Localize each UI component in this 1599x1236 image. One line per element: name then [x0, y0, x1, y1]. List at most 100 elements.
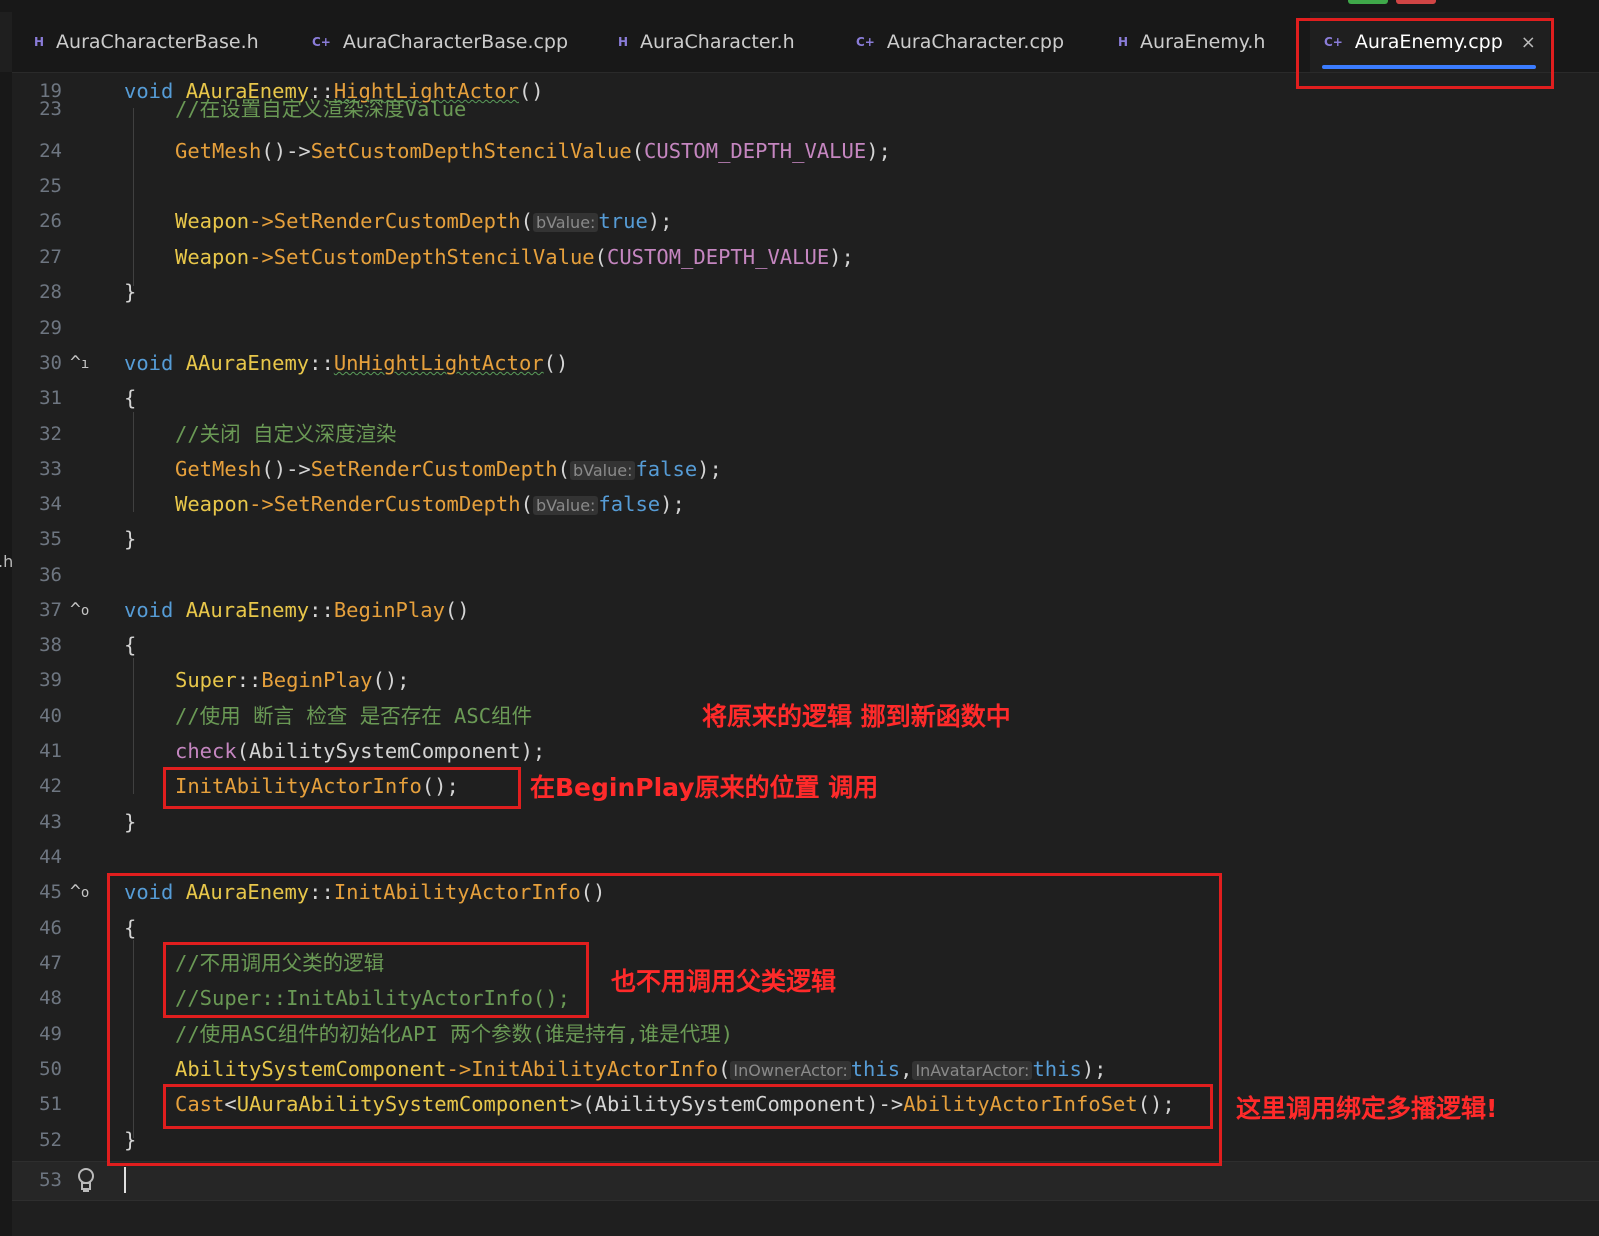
line-number: 38 — [39, 634, 62, 656]
code-text: Weapon->SetCustomDepthStencilValue(CUSTO… — [175, 245, 854, 269]
code-text: GetMesh()->SetRenderCustomDepth(bValue: f… — [175, 457, 722, 481]
fold-arrow-icon[interactable]: ^o — [70, 874, 110, 911]
code-line-39: 39 Super::BeginPlay(); — [12, 662, 1599, 698]
line-number: 41 — [39, 740, 62, 762]
line-number: 40 — [39, 705, 62, 727]
line-number: 25 — [39, 175, 62, 197]
fold-arrow-icon[interactable]: ^ı — [70, 345, 110, 382]
code-line-35: 35 } — [12, 521, 1599, 557]
bookmark-icon: ı — [80, 356, 90, 372]
line-number: 39 — [39, 669, 62, 691]
highlight-box-cast-line — [163, 1084, 1213, 1129]
line-number: 52 — [39, 1129, 62, 1151]
fold-arrow-icon[interactable]: ^o — [70, 592, 110, 629]
code-line-28: 28 } — [12, 274, 1599, 310]
code-line-37: 37 ^o void AAuraEnemy::BeginPlay() — [12, 592, 1599, 628]
tab-auracharacter-h[interactable]: H AuraCharacter.h — [618, 12, 848, 72]
title-strip — [0, 0, 1599, 12]
tab-label: AuraCharacter.h — [640, 31, 795, 53]
line-number: 49 — [39, 1023, 62, 1045]
tab-label: AuraCharacter.cpp — [886, 31, 1065, 53]
code-line-24: 24 GetMesh()->SetCustomDepthStencilValue… — [12, 133, 1599, 169]
tab-auracharacterbase-cpp[interactable]: C+ AuraCharacterBase.cpp — [312, 12, 602, 72]
line-number: 46 — [39, 917, 62, 939]
left-panel-edge: .h — [0, 72, 13, 1236]
code-text: void AAuraEnemy::UnHightLightActor() — [124, 351, 569, 375]
line-number: 23 — [39, 99, 62, 120]
code-comment: //使用 断言 检查 是否存在 ASC组件 — [175, 704, 533, 728]
tab-label: AuraEnemy.h — [1140, 31, 1266, 53]
code-line-30: 30 ^ı void AAuraEnemy::UnHightLightActor… — [12, 345, 1599, 381]
line-number: 45 — [39, 881, 62, 903]
code-line-32: 32 //关闭 自定义深度渲染 — [12, 416, 1599, 452]
annotation-text: 也不用调用父类逻辑 — [611, 967, 837, 996]
line-number: 34 — [39, 493, 62, 515]
line-number: 53 — [39, 1169, 62, 1191]
code-text: Weapon->SetRenderCustomDepth(bValue: fals… — [175, 492, 685, 516]
line-number: 24 — [39, 140, 62, 162]
tab-auraenemy-h[interactable]: H AuraEnemy.h — [1118, 12, 1308, 72]
highlight-box-line-42 — [163, 767, 521, 809]
inlay-hint: bValue: — [569, 461, 636, 480]
code-text: void AAuraEnemy::BeginPlay() — [124, 598, 470, 622]
annotation-text: 在BeginPlay原来的位置 调用 — [530, 773, 879, 802]
line-number: 43 — [39, 811, 62, 833]
highlight-box-super-comment — [163, 942, 589, 1018]
code-text: } — [124, 810, 137, 834]
line-number: 28 — [39, 281, 62, 303]
code-line-34: 34 Weapon->SetRenderCustomDepth(bValue: f… — [12, 486, 1599, 522]
code-line-36: 36 — [12, 557, 1599, 593]
line-number: 31 — [39, 387, 62, 409]
cpp-file-icon: C+ — [856, 35, 875, 49]
line-number: 29 — [39, 317, 62, 339]
line-number: 48 — [39, 987, 62, 1009]
code-text: Super::BeginPlay(); — [175, 668, 410, 692]
header-file-icon: H — [1118, 35, 1129, 49]
line-number: 37 — [39, 599, 62, 621]
code-line-33: 33 GetMesh()->SetRenderCustomDepth(bValu… — [12, 451, 1599, 487]
header-file-icon: H — [34, 35, 45, 49]
bulb-icon[interactable] — [76, 1162, 116, 1206]
code-comment: //在设置自定义渲染深度Value — [175, 99, 467, 121]
line-number: 36 — [39, 564, 62, 586]
override-icon: o — [80, 885, 90, 901]
annotation-text: 将原来的逻辑 挪到新函数中 — [702, 702, 1011, 731]
line-number: 47 — [39, 952, 62, 974]
tab-auracharacter-cpp[interactable]: C+ AuraCharacter.cpp — [856, 12, 1106, 72]
header-file-icon: H — [618, 35, 629, 49]
code-text: GetMesh()->SetCustomDepthStencilValue(CU… — [175, 139, 891, 163]
code-line-25: 25 — [12, 168, 1599, 204]
code-line-41: 41 check(AbilitySystemComponent); — [12, 733, 1599, 769]
code-line-43: 43 } — [12, 804, 1599, 840]
tab-label: AuraCharacterBase.h — [56, 31, 259, 53]
override-icon: o — [80, 603, 90, 619]
stop-button-red[interactable] — [1396, 0, 1436, 4]
code-line-31: 31 { — [12, 380, 1599, 416]
line-number: 50 — [39, 1058, 62, 1080]
inlay-hint: bValue: — [532, 213, 599, 232]
code-comment: //关闭 自定义深度渲染 — [175, 422, 397, 446]
text-cursor — [124, 1167, 126, 1193]
code-text: { — [124, 386, 137, 410]
tab-auracharacterbase-h[interactable]: H AuraCharacterBase.h — [34, 12, 304, 72]
code-line-23: 23 //在设置自定义渲染深度Value — [12, 99, 1599, 121]
line-number: 27 — [39, 246, 62, 268]
code-text: } — [124, 280, 137, 304]
line-number: 51 — [39, 1093, 62, 1115]
line-number: 26 — [39, 210, 62, 232]
annotation-text: 这里调用绑定多播逻辑! — [1236, 1094, 1498, 1123]
run-button-green[interactable] — [1348, 0, 1388, 4]
code-text: check(AbilitySystemComponent); — [175, 739, 546, 763]
tab-label: AuraCharacterBase.cpp — [342, 31, 569, 53]
code-text: { — [124, 633, 137, 657]
line-number: 32 — [39, 423, 62, 445]
line-number: 30 — [39, 352, 62, 374]
cpp-file-icon: C+ — [312, 35, 331, 49]
line-number: 42 — [39, 775, 62, 797]
inlay-hint: bValue: — [532, 496, 599, 515]
code-line-44: 44 — [12, 839, 1599, 875]
line-number: 35 — [39, 528, 62, 550]
code-text: Weapon->SetRenderCustomDepth(bValue: true… — [175, 209, 673, 233]
code-line-38: 38 { — [12, 627, 1599, 663]
code-line-27: 27 Weapon->SetCustomDepthStencilValue(CU… — [12, 239, 1599, 275]
